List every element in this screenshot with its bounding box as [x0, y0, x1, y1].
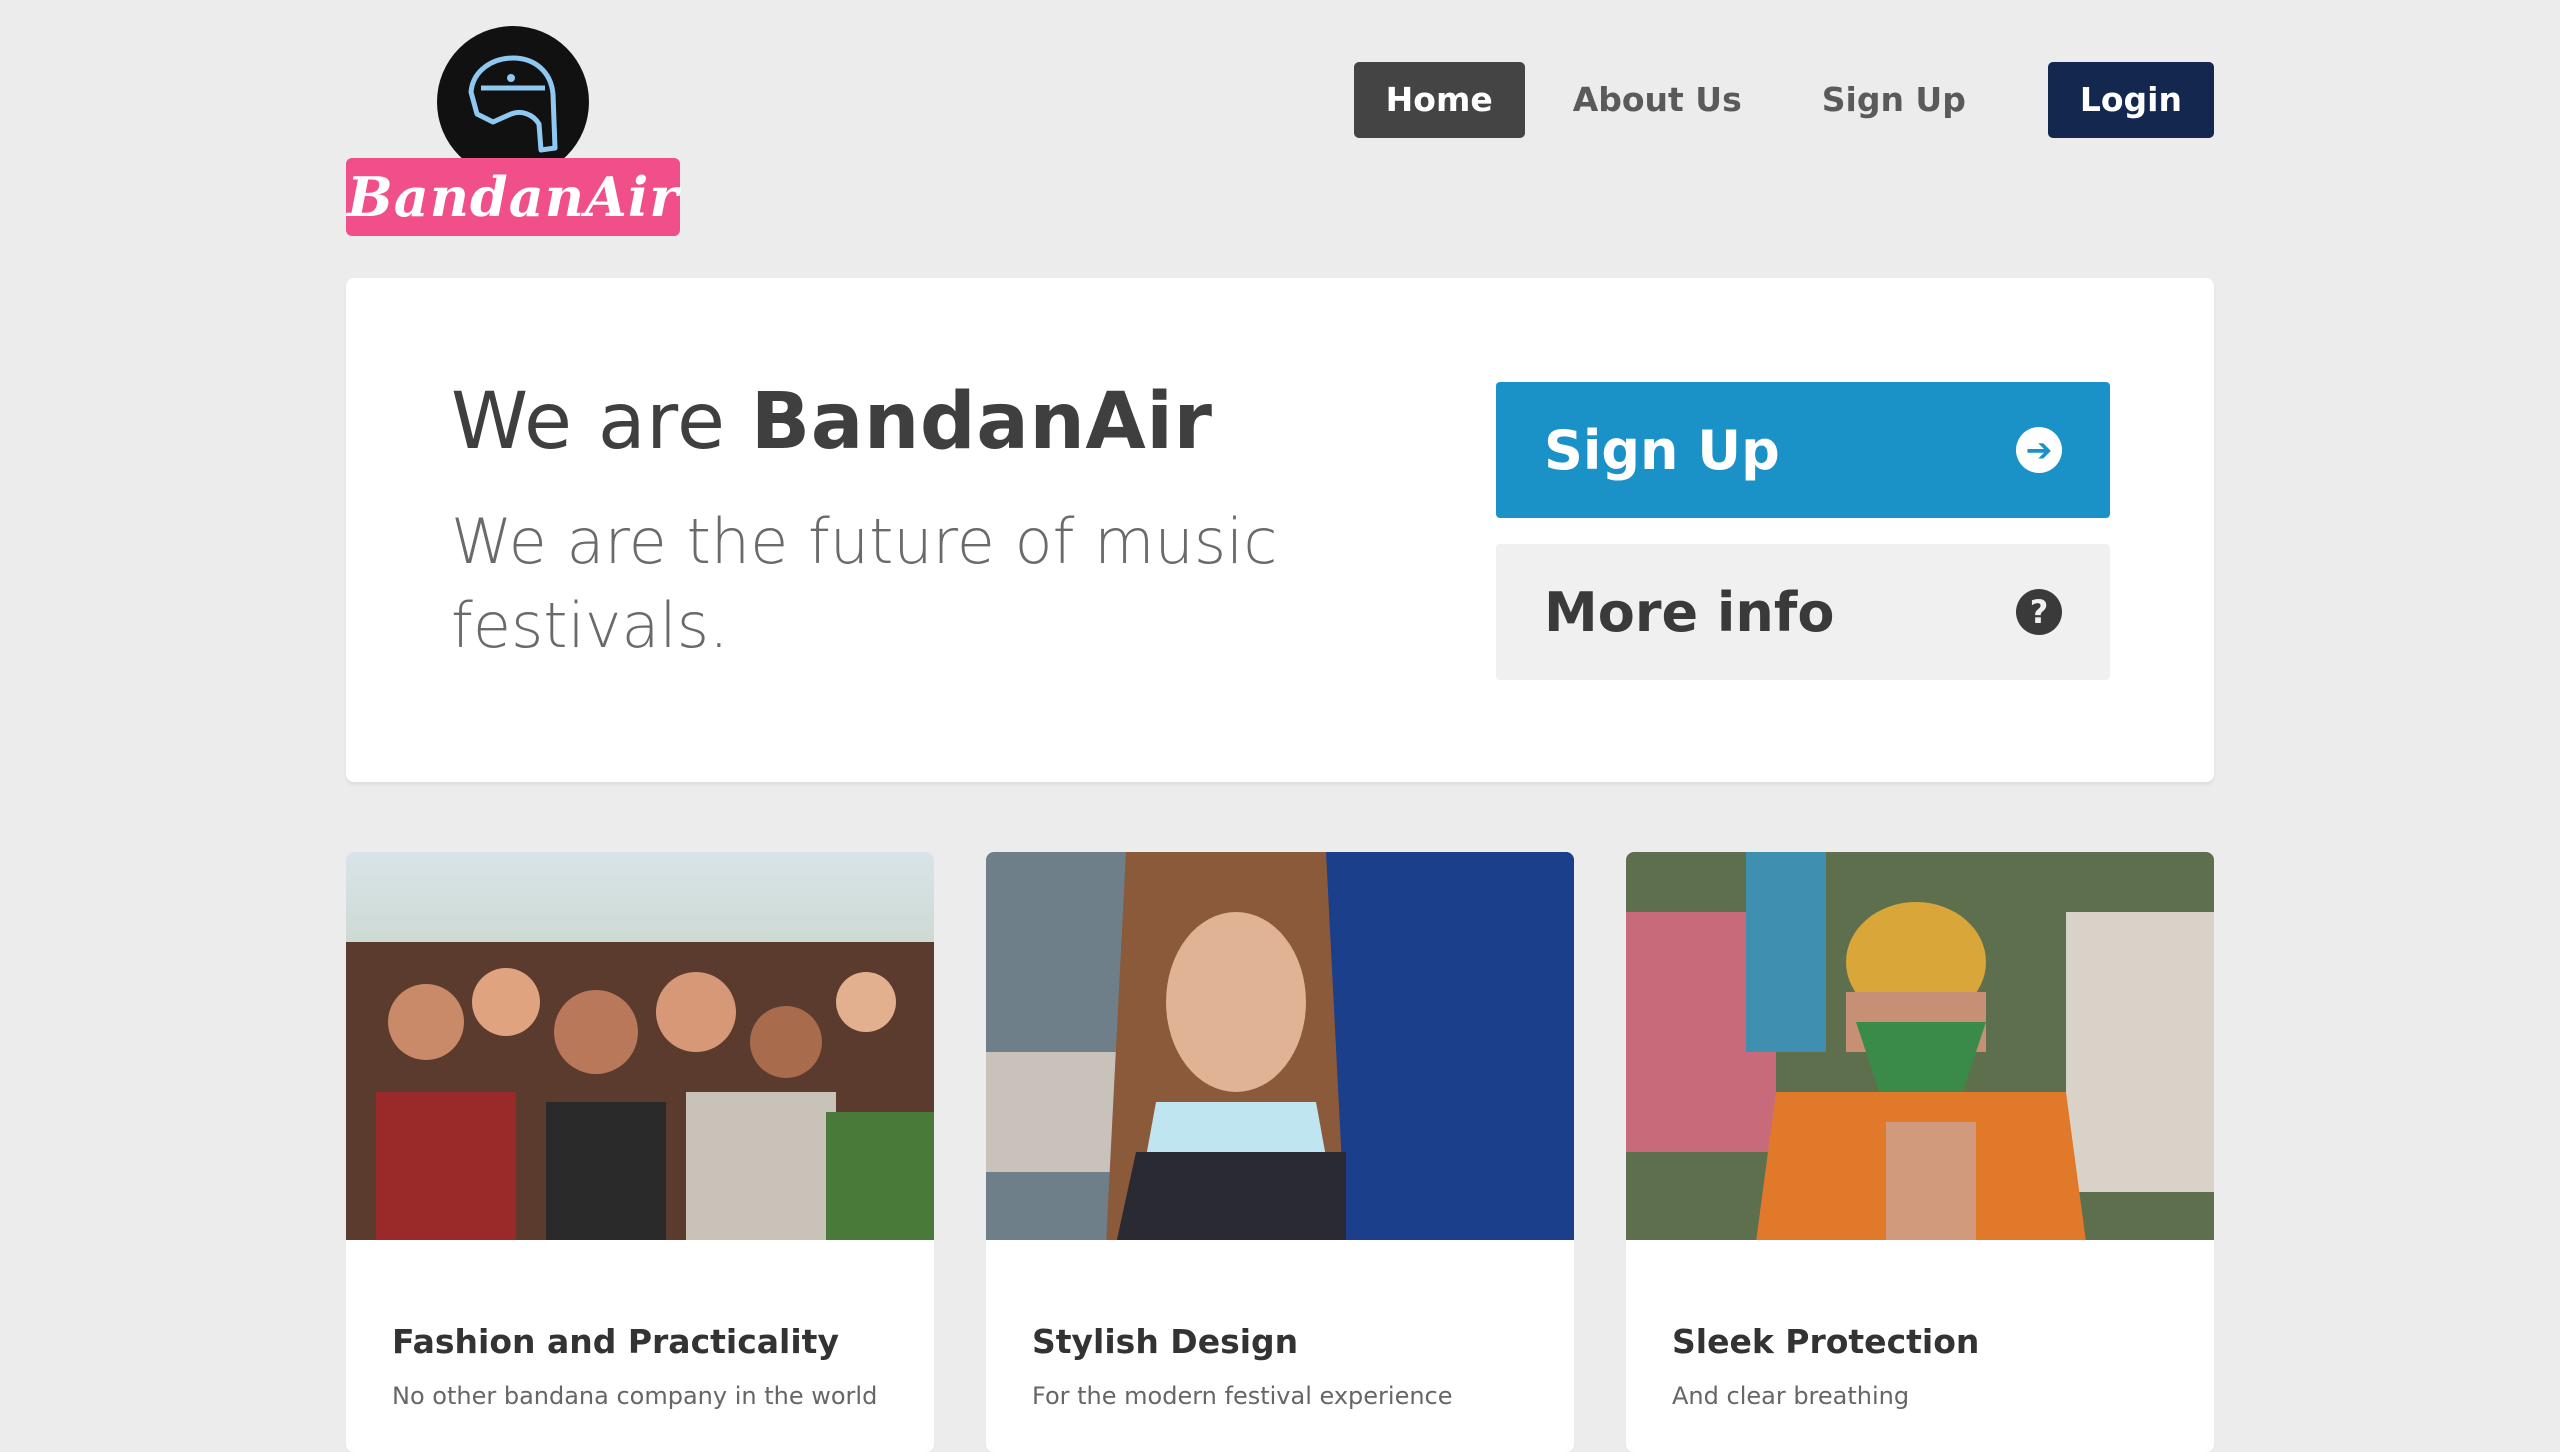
feature-cards: Fashion and Practicality No other bandan… — [346, 852, 2214, 1452]
brand-logo[interactable]: BandanAir — [346, 26, 686, 238]
card-title: Fashion and Practicality — [392, 1322, 839, 1361]
nav-login[interactable]: Login — [2047, 62, 2214, 138]
card-text: No other bandana company in the world — [392, 1382, 878, 1410]
feature-card: Fashion and Practicality No other bandan… — [346, 852, 934, 1452]
signup-cta-label: Sign Up — [1544, 418, 1780, 482]
signup-cta-button[interactable]: Sign Up ➔ — [1496, 382, 2110, 518]
feature-card: Stylish Design For the modern festival e… — [986, 852, 1574, 1452]
main-nav: Home About Us Sign Up Login — [1338, 62, 2214, 138]
more-info-label: More info — [1544, 580, 1835, 644]
card-title: Stylish Design — [1032, 1322, 1299, 1361]
arrow-circle-right-icon: ➔ — [2016, 427, 2062, 473]
hero-panel: We are BandanAir We are the future of mu… — [346, 278, 2214, 782]
question-circle-icon: ? — [2016, 589, 2062, 635]
helmet-icon — [437, 26, 589, 178]
more-info-button[interactable]: More info ? — [1496, 544, 2110, 680]
card-image-model — [986, 852, 1574, 1240]
page: BandanAir Home About Us Sign Up Login We… — [346, 0, 2214, 1452]
card-text: For the modern festival experience — [1032, 1382, 1453, 1410]
card-image-crowd — [346, 852, 934, 1240]
card-title: Sleek Protection — [1672, 1322, 1980, 1361]
card-text: And clear breathing — [1672, 1382, 1910, 1410]
hero-title-prefix: We are — [451, 377, 751, 467]
hero-title-brand: BandanAir — [750, 377, 1213, 467]
hero-title: We are BandanAir — [451, 377, 1213, 467]
hero-subtitle: We are the future of music festivals. — [451, 505, 1278, 662]
nav-about-us[interactable]: About Us — [1541, 62, 1774, 138]
nav-home[interactable]: Home — [1353, 62, 1525, 138]
brand-wordmark: BandanAir — [346, 158, 680, 236]
nav-sign-up[interactable]: Sign Up — [1790, 62, 1998, 138]
card-image-man — [1626, 852, 2214, 1240]
feature-card: Sleek Protection And clear breathing — [1626, 852, 2214, 1452]
